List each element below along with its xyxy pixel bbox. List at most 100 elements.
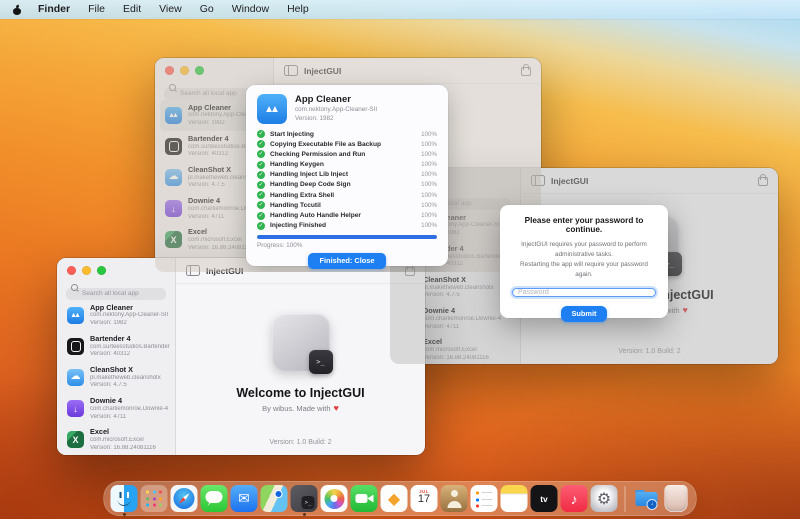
app-list-item[interactable]: App Cleanercom.nektony.App-Cleaner-SIIVe… (62, 300, 171, 331)
sheet-header: App Cleaner com.nektony.App-Cleaner-SII … (257, 94, 437, 124)
apple-menu-icon[interactable] (12, 5, 21, 15)
byline-text: By wibus. Made with (262, 404, 331, 413)
app-version: Version: 40312 (90, 351, 131, 358)
bartender-icon (67, 338, 84, 356)
app-version-label: Version: 1.0 Build: 2 (269, 439, 332, 446)
menu-file[interactable]: File (79, 0, 114, 19)
dock-reminders-icon[interactable] (470, 485, 498, 512)
dock-tv-icon[interactable]: tv (530, 485, 558, 512)
injectgui-window-password: App Cleanercom.nektony.App-Cleaner-SIIVe… (390, 168, 778, 364)
dock-sketch-icon[interactable] (380, 485, 408, 512)
app-list-item[interactable]: Bartender 4com.surteesstudios.BartenderV… (62, 331, 171, 362)
injection-step: Start Injecting 100% (257, 130, 437, 138)
zoom-button[interactable] (97, 266, 106, 275)
cleanshot-icon (67, 369, 84, 387)
app-list-item[interactable]: CleanShot Xpl.maketheweb.cleanshotxVersi… (62, 362, 171, 393)
app-list-item[interactable]: Downie 4com.charliemonroe.Downie-4Versio… (62, 393, 171, 424)
menu-help[interactable]: Help (278, 0, 318, 19)
check-icon (257, 140, 265, 149)
dock-messages-icon[interactable] (200, 485, 228, 512)
injection-step: Handling Auto Handle Helper 100% (257, 211, 437, 220)
step-percentage: 100% (421, 201, 437, 209)
dock-launchpad-icon[interactable] (140, 485, 168, 512)
menu-window[interactable]: Window (223, 0, 278, 19)
excel-icon (67, 431, 84, 449)
sheet-app-version: Version: 1982 (295, 115, 334, 123)
step-label: Injecting Finished (270, 222, 327, 230)
menu-view[interactable]: View (150, 0, 191, 19)
step-label: Handling Extra Shell (270, 191, 335, 199)
password-input[interactable] (512, 287, 656, 297)
running-indicator-dot (302, 512, 306, 516)
injection-step: Checking Permission and Run 100% (257, 150, 437, 159)
app-bundle-id: com.microsoft.Excel (90, 436, 144, 443)
app-version: Version: 1982 (90, 320, 127, 327)
desktop-wallpaper: Finder File Edit View Go Window Help App… (0, 0, 800, 519)
dock-downloads-icon[interactable] (632, 485, 660, 512)
injection-step: Handling Inject Lib Inject 100% (257, 170, 437, 179)
finished-close-button[interactable]: Finished: Close (308, 252, 386, 269)
app-name: Downie 4 (90, 396, 123, 406)
dock: JUL17 tv (103, 481, 697, 516)
app-version: Version: 4711 (90, 413, 127, 420)
app-version: Version: 16.88.24081116 (90, 444, 156, 451)
app-list-item[interactable]: Excelcom.microsoft.ExcelVersion: 16.88.2… (62, 424, 171, 455)
dock-facetime-icon[interactable] (350, 485, 378, 512)
app-meta: CleanShot Xpl.maketheweb.cleanshotx Versi… (90, 365, 161, 390)
check-icon (257, 221, 265, 230)
welcome-title: Welcome to InjectGUI (236, 386, 365, 400)
menu-bar: Finder File Edit View Go Window Help (0, 0, 800, 19)
dock-calendar-icon[interactable]: JUL 17 (410, 485, 438, 512)
dock-music-icon[interactable] (560, 485, 588, 512)
window-controls (67, 266, 106, 275)
check-icon (257, 170, 265, 179)
check-icon (257, 180, 265, 189)
dock-mail-icon[interactable] (230, 485, 258, 512)
dialog-body: InjectGUI requires your password to perf… (512, 240, 656, 280)
dock-settings-icon[interactable] (590, 485, 618, 512)
app-name: Excel (90, 427, 110, 437)
dock-injectgui-icon[interactable] (290, 485, 318, 516)
menu-go[interactable]: Go (191, 0, 223, 19)
check-icon (257, 211, 265, 220)
dock-contacts-icon[interactable] (440, 485, 468, 512)
dock-trash-icon[interactable] (664, 485, 688, 512)
check-icon (257, 191, 265, 200)
injection-step: Handling Keygen 100% (257, 160, 437, 169)
injection-step: Handling Deep Code Sign 100% (257, 180, 437, 189)
minimize-button[interactable] (82, 266, 91, 275)
app-bundle-id: pl.maketheweb.cleanshotx (90, 374, 161, 381)
running-indicator-dot (122, 512, 126, 516)
dock-maps-icon[interactable] (260, 485, 288, 512)
injection-progress-sheet: App Cleaner com.nektony.App-Cleaner-SII … (246, 85, 448, 269)
injection-step: Copying Executable File as Backup 100% (257, 140, 437, 149)
menu-finder[interactable]: Finder (29, 0, 79, 19)
progress-label: Progress: 100% (257, 241, 303, 249)
dock-notes-icon[interactable] (500, 485, 528, 512)
dock-separator (624, 485, 626, 512)
app-bundle-id: com.nektony.App-Cleaner-SII (90, 312, 169, 319)
submit-button[interactable]: Submit (561, 305, 607, 322)
sheet-app-name: App Cleaner (295, 94, 351, 106)
step-percentage: 100% (421, 140, 437, 148)
search-input[interactable] (66, 287, 166, 300)
injectgui-window-welcome: App Cleanercom.nektony.App-Cleaner-SIIVe… (57, 258, 425, 455)
dock-safari-icon[interactable] (170, 485, 198, 512)
app-name: Bartender 4 (90, 334, 131, 344)
progress-bar-fill (257, 234, 437, 239)
downie-icon (67, 400, 84, 418)
step-label: Handling Auto Handle Helper (270, 212, 361, 219)
step-label: Checking Permission and Run (270, 150, 366, 158)
menu-edit[interactable]: Edit (114, 0, 150, 19)
close-button[interactable] (67, 266, 76, 275)
app-name: App Cleaner (90, 303, 133, 312)
app-bundle-id: com.surteesstudios.Bartender (90, 343, 170, 350)
check-icon (257, 201, 265, 210)
step-percentage: 100% (421, 150, 437, 158)
main-area: InjectGUI Welcome to InjectGUI By wibus.… (176, 258, 425, 455)
step-percentage: 100% (421, 191, 437, 199)
dock-finder-icon[interactable] (110, 485, 138, 516)
app-name: CleanShot X (90, 365, 133, 375)
dock-photos-icon[interactable] (320, 485, 348, 512)
injectgui-app-icon (271, 313, 333, 374)
